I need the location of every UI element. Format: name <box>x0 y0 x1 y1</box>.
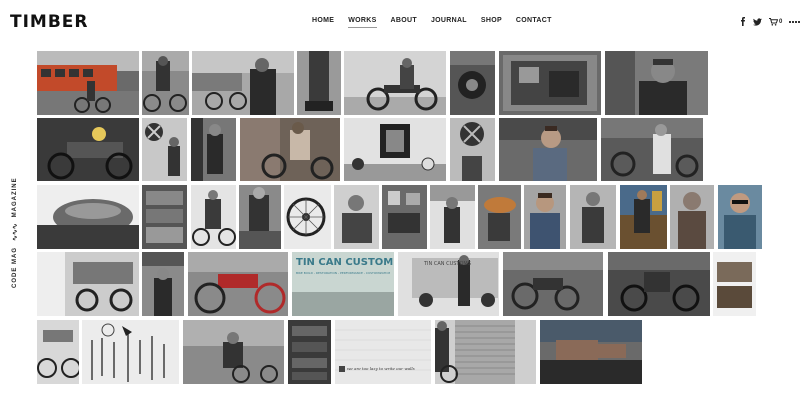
photo-man-fixing[interactable] <box>239 185 281 249</box>
photo-man-shop-front[interactable] <box>142 252 184 316</box>
photo-man-shutter-door[interactable] <box>435 320 536 384</box>
photo-tool-wall[interactable] <box>82 320 179 384</box>
photo-portrait-bearded[interactable] <box>605 51 708 115</box>
photo-dark-shelves[interactable] <box>288 320 331 384</box>
facebook-icon[interactable] <box>740 17 746 26</box>
nav-contact[interactable]: CONTACT <box>516 17 552 28</box>
photo-man-thinking[interactable] <box>570 185 616 249</box>
photo-brick-wall-writing[interactable]: we are too lazy to write our walls <box>335 320 431 384</box>
sidebar-vertical-label: CODE MAG ∿∿∿ MAGAZINE <box>11 177 19 288</box>
nav-journal[interactable]: JOURNAL <box>431 17 467 28</box>
photo-rider-white-wall[interactable] <box>344 51 446 115</box>
photo-wall-frames[interactable] <box>382 185 427 249</box>
photo-man-standing-door[interactable] <box>191 118 236 181</box>
photo-man-workbench[interactable] <box>183 320 284 384</box>
nav-shop[interactable]: SHOP <box>481 17 502 28</box>
photo-man-plaid-shirt[interactable] <box>670 185 714 249</box>
photo-tattooed-hands[interactable] <box>540 320 642 384</box>
sidebar-label-left[interactable]: CODE MAG <box>12 247 18 288</box>
grid-menu-icon[interactable] <box>789 20 800 23</box>
cart-count-badge: 0 <box>779 18 783 25</box>
photo-bike-by-wall[interactable] <box>37 320 79 384</box>
photo-workshop-bikes[interactable] <box>503 252 603 316</box>
photo-tram-motorcycle[interactable] <box>37 51 139 115</box>
nav-works[interactable]: WORKS <box>348 17 377 28</box>
photo-workshop-wide[interactable] <box>37 252 139 316</box>
header-icons: 0 <box>740 17 800 26</box>
main-nav: HOME WORKS ABOUT JOURNAL SHOP CONTACT <box>312 17 566 28</box>
twitter-icon[interactable] <box>753 17 762 26</box>
nav-home[interactable]: HOME <box>312 17 334 28</box>
wall-text: we are too lazy to write our walls <box>347 366 415 371</box>
photo-red-motorcycle[interactable] <box>188 252 288 316</box>
van-text: TIN CAN CUSTOMS <box>424 261 471 267</box>
photo-tools-rack[interactable] <box>713 252 756 316</box>
photo-man-sitting-bike[interactable] <box>191 185 236 249</box>
photo-van-man[interactable]: TIN CAN CUSTOMS <box>398 252 499 316</box>
sign-text: TIN CAN CUSTOMS <box>296 257 394 268</box>
photo-bike-detail[interactable] <box>450 51 495 115</box>
photo-man-denim-jacket[interactable] <box>499 118 597 181</box>
photo-fuel-tank[interactable] <box>37 185 139 249</box>
photo-emblem-portrait[interactable] <box>450 118 495 181</box>
brand-logo[interactable]: TIMBER <box>10 12 89 32</box>
photo-bearded-standing[interactable] <box>430 185 475 249</box>
nav-about[interactable]: ABOUT <box>391 17 417 28</box>
photo-workshop-machinery[interactable] <box>499 51 601 115</box>
photo-man-leaning-bike[interactable] <box>240 118 340 181</box>
photo-man-in-suit[interactable] <box>192 51 294 115</box>
cart-icon[interactable]: 0 <box>769 17 783 26</box>
photo-shop-shelves[interactable] <box>142 185 187 249</box>
photo-colored-workshop[interactable] <box>620 185 667 249</box>
photo-man-with-bike[interactable] <box>601 118 703 181</box>
photo-tin-can-sign[interactable]: TIN CAN CUSTOMS BIKE BUILD - RESTORATION… <box>292 252 394 316</box>
sidebar-label-right[interactable]: MAGAZINE <box>12 177 18 217</box>
photo-orange-seat[interactable] <box>478 185 521 249</box>
wave-divider-icon: ∿∿∿ <box>12 223 19 241</box>
photo-framed-wall-helmets[interactable] <box>344 118 446 181</box>
photo-garage-crowd[interactable] <box>608 252 710 316</box>
photo-legs-boots[interactable] <box>297 51 341 115</box>
photo-man-seated-chair[interactable] <box>334 185 379 249</box>
sign-subtext: BIKE BUILD - RESTORATION - PERFORMANCE -… <box>296 271 390 275</box>
photo-wheel-closeup[interactable] <box>284 185 331 249</box>
photo-rider-on-bike[interactable] <box>142 51 189 115</box>
photo-man-blue-jacket[interactable] <box>524 185 566 249</box>
photo-emblem-and-man[interactable] <box>142 118 187 181</box>
photo-man-sunglasses[interactable] <box>718 185 762 249</box>
photo-motorcycle-headlight[interactable] <box>37 118 139 181</box>
